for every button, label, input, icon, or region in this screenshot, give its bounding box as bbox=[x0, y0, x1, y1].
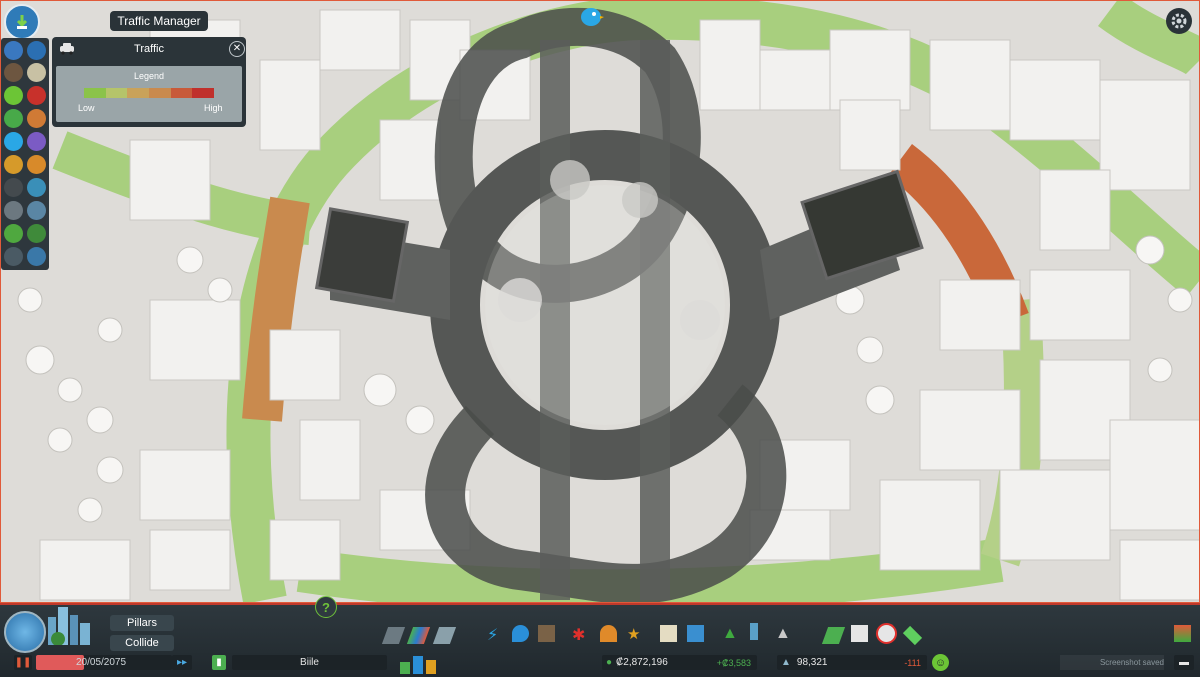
healthcare-tool-icon[interactable]: ✱ bbox=[572, 625, 589, 644]
pause-icon[interactable]: ❚❚ bbox=[14, 655, 32, 670]
electricity-tool-icon[interactable]: ⚡ bbox=[487, 625, 504, 644]
happiness-icon[interactable] bbox=[4, 86, 23, 105]
population-display[interactable]: ▲ 98,321 -111 bbox=[777, 655, 927, 670]
public-transport-icon[interactable] bbox=[27, 132, 46, 151]
money-tool-icon[interactable] bbox=[821, 627, 846, 644]
legend: Legend Low High bbox=[56, 66, 242, 122]
nature-icon[interactable] bbox=[27, 224, 46, 243]
water-tool-icon[interactable] bbox=[512, 625, 529, 642]
date-display: 20/05/2075 bbox=[36, 655, 172, 670]
crime-icon[interactable] bbox=[4, 178, 23, 197]
unique-buildings-tool-icon[interactable] bbox=[750, 623, 758, 640]
happiness-face-icon[interactable]: ☺ bbox=[932, 654, 949, 671]
policies-tool-icon[interactable] bbox=[851, 625, 868, 642]
bulldozer-tool-icon[interactable] bbox=[876, 623, 897, 644]
traffic-info-panel: Traffic ✕ Legend Low High bbox=[52, 37, 246, 127]
money-display[interactable]: ● ₡2,872,196 +₡3,583 bbox=[602, 655, 757, 670]
help-icon[interactable]: ? bbox=[315, 596, 337, 618]
terrain-icon[interactable] bbox=[27, 201, 46, 220]
legend-gradient bbox=[84, 88, 215, 98]
window-title: Traffic Manager bbox=[110, 11, 208, 31]
traffic-icon[interactable] bbox=[4, 132, 23, 151]
info-view-toolbar bbox=[1, 38, 49, 270]
city-skyline-icon bbox=[42, 605, 102, 646]
clock-icon[interactable] bbox=[27, 247, 46, 266]
education-icon[interactable] bbox=[27, 63, 46, 82]
police-tool-icon[interactable]: ★ bbox=[627, 625, 644, 643]
road-tool-icon[interactable] bbox=[381, 627, 406, 644]
population-change-text: -111 bbox=[904, 657, 921, 668]
main-menu-button[interactable] bbox=[4, 4, 40, 40]
pillars-button[interactable]: Pillars bbox=[110, 615, 174, 631]
monuments-tool-icon[interactable]: ▲ bbox=[775, 625, 792, 642]
district-tool-icon[interactable] bbox=[432, 627, 457, 644]
money-icon: ● bbox=[606, 657, 613, 668]
economy-icon[interactable] bbox=[4, 224, 23, 243]
income-text: +₡3,583 bbox=[716, 657, 751, 668]
landscaping-tool-icon[interactable] bbox=[902, 625, 923, 646]
close-icon[interactable]: ✕ bbox=[229, 41, 245, 57]
population-icon[interactable] bbox=[4, 201, 23, 220]
population-icon: ▲ bbox=[781, 657, 791, 668]
money-text: ₡2,872,196 bbox=[616, 657, 668, 668]
fire-dept-tool-icon[interactable] bbox=[600, 625, 617, 642]
water-icon[interactable] bbox=[27, 41, 46, 60]
garbage-icon[interactable] bbox=[4, 63, 23, 82]
map-tool-icon[interactable] bbox=[1174, 625, 1191, 642]
education-tool-icon[interactable] bbox=[660, 625, 677, 642]
transport-icon[interactable] bbox=[27, 178, 46, 197]
rci-demand-meter bbox=[400, 652, 438, 674]
noise-icon[interactable] bbox=[4, 155, 23, 174]
speed-icon[interactable]: ▸▸ bbox=[172, 655, 192, 670]
fire-icon[interactable] bbox=[27, 155, 46, 174]
city-info-icon[interactable]: ▮ bbox=[212, 655, 226, 670]
landvalue-icon[interactable] bbox=[4, 109, 23, 128]
screenshot-notice: Screenshot saved bbox=[1060, 655, 1164, 670]
zoning-tool-icon[interactable] bbox=[406, 627, 431, 644]
chirper-icon[interactable] bbox=[578, 4, 604, 28]
legend-high-label: High bbox=[204, 103, 223, 113]
legend-low-label: Low bbox=[78, 103, 95, 113]
pollution-icon[interactable] bbox=[27, 109, 46, 128]
legend-title: Legend bbox=[133, 71, 165, 81]
parks-tool-icon[interactable]: ▲ bbox=[722, 625, 739, 642]
wind-icon[interactable] bbox=[4, 247, 23, 266]
city-name[interactable]: Biile bbox=[232, 655, 387, 670]
health-icon[interactable] bbox=[27, 86, 46, 105]
garbage-tool-icon[interactable] bbox=[538, 625, 555, 642]
collide-button[interactable]: Collide bbox=[110, 635, 174, 651]
electricity-icon[interactable] bbox=[4, 41, 23, 60]
globe-icon[interactable] bbox=[4, 611, 46, 653]
panel-title: Traffic bbox=[134, 43, 164, 55]
home-arrow-icon bbox=[16, 15, 28, 29]
population-text: 98,321 bbox=[796, 657, 828, 668]
transport-tool-icon[interactable] bbox=[687, 625, 704, 642]
camera-icon[interactable]: ▬ bbox=[1174, 655, 1194, 670]
date-text: 20/05/2075 bbox=[76, 657, 127, 668]
settings-gear-icon[interactable] bbox=[1166, 8, 1192, 34]
screenshot-text: Screenshot saved bbox=[1099, 658, 1164, 667]
bottom-toolbar: ? Pillars Collide ⚡ ✱ ★ ▲ ▲ ❚❚ 20/05/207… bbox=[0, 596, 1200, 677]
